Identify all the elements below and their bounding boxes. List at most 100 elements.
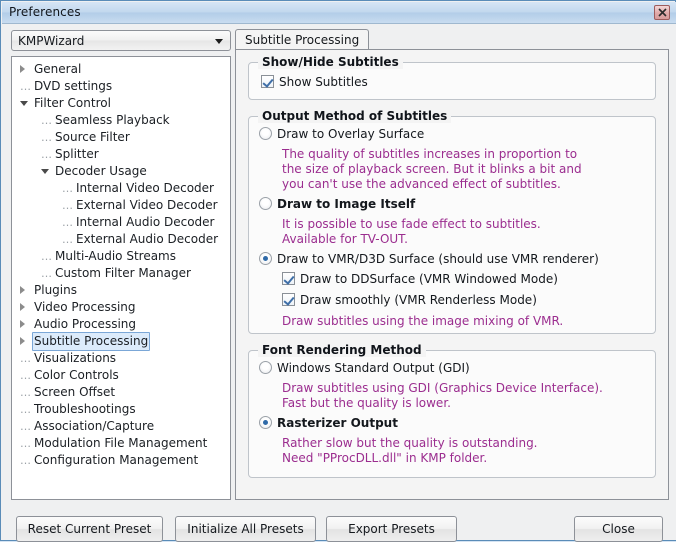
radio-dot-vmr[interactable]	[259, 252, 272, 265]
tree-line-icon: …	[41, 112, 52, 129]
tree-item-color-controls[interactable]: …Color Controls	[12, 367, 230, 384]
tree-item-label: Internal Video Decoder	[74, 180, 216, 197]
tree-item-dvd-settings[interactable]: …DVD settings	[12, 78, 230, 95]
group-show-hide-subtitles: Show/Hide Subtitles Show Subtitles	[248, 62, 656, 100]
tree-item-filter-control[interactable]: Filter Control	[12, 95, 230, 112]
radio-draw-to-vmr-d3d-surface[interactable]: Draw to VMR/D3D Surface (should use VMR …	[259, 252, 599, 266]
tree-collapse-icon[interactable]	[20, 320, 25, 328]
tree-item-audio-processing[interactable]: Audio Processing	[12, 316, 230, 333]
reset-current-preset-button[interactable]: Reset Current Preset	[16, 516, 163, 542]
tree-item-label: Modulation File Management	[32, 435, 209, 452]
tree-expand-icon[interactable]	[20, 101, 28, 106]
settings-tree[interactable]: General…DVD settingsFilter Control…Seaml…	[11, 56, 231, 500]
tree-item-configuration-management[interactable]: …Configuration Management	[12, 452, 230, 469]
tree-item-label: Configuration Management	[32, 452, 200, 469]
tree-item-label: Decoder Usage	[53, 163, 149, 180]
tree-collapse-icon[interactable]	[20, 337, 25, 345]
tree-item-label: Video Processing	[32, 299, 138, 316]
radio-draw-to-image-itself[interactable]: Draw to Image Itself	[259, 197, 415, 211]
tree-line-icon: …	[62, 197, 73, 214]
tree-item-source-filter[interactable]: …Source Filter	[12, 129, 230, 146]
tree-item-splitter[interactable]: …Splitter	[12, 146, 230, 163]
tree-item-custom-filter-manager[interactable]: …Custom Filter Manager	[12, 265, 230, 282]
radio-dot-gdi[interactable]	[259, 361, 272, 374]
tree-item-external-video-decoder[interactable]: …External Video Decoder	[12, 197, 230, 214]
tree-collapse-icon[interactable]	[20, 303, 25, 311]
radio-dot-image-itself[interactable]	[259, 197, 272, 210]
tree-line-icon: …	[20, 350, 31, 367]
tree-item-video-processing[interactable]: Video Processing	[12, 299, 230, 316]
tree-item-plugins[interactable]: Plugins	[12, 282, 230, 299]
tree-item-internal-audio-decoder[interactable]: …Internal Audio Decoder	[12, 214, 230, 231]
tree-collapse-icon[interactable]	[20, 286, 25, 294]
checkbox-box-show-subtitles[interactable]	[261, 75, 274, 88]
group-output-method: Output Method of Subtitles Draw to Overl…	[248, 116, 656, 334]
tree-item-subtitle-processing[interactable]: Subtitle Processing	[12, 333, 230, 350]
tree-item-label: Subtitle Processing	[32, 332, 150, 351]
tree-item-label: Seamless Playback	[53, 112, 172, 129]
tree-item-association-capture[interactable]: …Association/Capture	[12, 418, 230, 435]
tree-line-icon: …	[20, 418, 31, 435]
group-font-rendering-method: Font Rendering Method Windows Standard O…	[248, 350, 656, 478]
tree-item-external-audio-decoder[interactable]: …External Audio Decoder	[12, 231, 230, 248]
tree-item-seamless-playback[interactable]: …Seamless Playback	[12, 112, 230, 129]
tree-item-visualizations[interactable]: …Visualizations	[12, 350, 230, 367]
checkbox-label-draw-smoothly: Draw smoothly (VMR Renderless Mode)	[300, 293, 537, 307]
radio-rasterizer-output[interactable]: Rasterizer Output	[259, 416, 398, 430]
tree-line-icon: …	[20, 367, 31, 384]
preferences-window: Preferences KMPWizard General…DVD settin…	[0, 0, 676, 541]
tree-line-icon: …	[62, 231, 73, 248]
tab-subtitle-processing[interactable]: Subtitle Processing	[235, 29, 369, 50]
checkbox-box-draw-smoothly[interactable]	[282, 293, 295, 306]
checkbox-box-ddsurface[interactable]	[282, 272, 295, 285]
tree-line-icon: …	[41, 129, 52, 146]
tree-item-label: External Audio Decoder	[74, 231, 220, 248]
tree-item-label: Association/Capture	[32, 418, 156, 435]
tree-item-label: Internal Audio Decoder	[74, 214, 216, 231]
tree-item-modulation-file-management[interactable]: …Modulation File Management	[12, 435, 230, 452]
tree-line-icon: …	[20, 384, 31, 401]
tree-line-icon: …	[20, 435, 31, 452]
radio-dot-overlay[interactable]	[259, 127, 272, 140]
tree-item-label: Splitter	[53, 146, 101, 163]
tree-item-label: Filter Control	[32, 95, 113, 112]
tree-collapse-icon[interactable]	[20, 65, 25, 73]
hint-gdi: Draw subtitles using GDI (Graphics Devic…	[282, 381, 603, 411]
preset-combo[interactable]: KMPWizard	[11, 30, 231, 51]
tree-line-icon: …	[41, 146, 52, 163]
tree-line-icon: …	[20, 78, 31, 95]
radio-label-vmr: Draw to VMR/D3D Surface (should use VMR …	[277, 252, 599, 266]
radio-dot-rasterizer[interactable]	[259, 416, 272, 429]
group-title-output-method: Output Method of Subtitles	[258, 109, 451, 123]
close-icon[interactable]	[654, 5, 670, 20]
tree-item-troubleshootings[interactable]: …Troubleshootings	[12, 401, 230, 418]
checkbox-draw-smoothly[interactable]: Draw smoothly (VMR Renderless Mode)	[282, 293, 537, 307]
checkbox-label-ddsurface: Draw to DDSurface (VMR Windowed Mode)	[300, 272, 558, 286]
radio-draw-to-overlay-surface[interactable]: Draw to Overlay Surface	[259, 127, 424, 141]
tree-line-icon: …	[41, 265, 52, 282]
preset-combo-value: KMPWizard	[18, 34, 84, 48]
close-button[interactable]: Close	[574, 516, 663, 542]
dialog-body: KMPWizard General…DVD settingsFilter Con…	[2, 24, 676, 540]
hint-rasterizer: Rather slow but the quality is outstandi…	[282, 436, 538, 466]
tree-item-label: Color Controls	[32, 367, 121, 384]
hint-overlay: The quality of subtitles increases in pr…	[282, 147, 582, 192]
tree-item-label: Audio Processing	[32, 316, 138, 333]
hint-image-itself: It is possible to use fade effect to sub…	[282, 217, 541, 247]
export-presets-button[interactable]: Export Presets	[326, 516, 457, 542]
tree-item-screen-offset[interactable]: …Screen Offset	[12, 384, 230, 401]
tree-item-decoder-usage[interactable]: Decoder Usage	[12, 163, 230, 180]
tree-item-internal-video-decoder[interactable]: …Internal Video Decoder	[12, 180, 230, 197]
title-bar: Preferences	[2, 2, 676, 24]
checkbox-draw-to-ddsurface[interactable]: Draw to DDSurface (VMR Windowed Mode)	[282, 272, 558, 286]
tree-line-icon: …	[62, 180, 73, 197]
tree-line-icon: …	[20, 452, 31, 469]
tree-line-icon: …	[62, 214, 73, 231]
radio-windows-standard-output-gdi[interactable]: Windows Standard Output (GDI)	[259, 361, 470, 375]
radio-label-overlay: Draw to Overlay Surface	[277, 127, 424, 141]
tree-item-multi-audio-streams[interactable]: …Multi-Audio Streams	[12, 248, 230, 265]
tree-item-general[interactable]: General	[12, 61, 230, 78]
tree-expand-icon[interactable]	[41, 169, 49, 174]
initialize-all-presets-button[interactable]: Initialize All Presets	[175, 516, 316, 542]
checkbox-show-subtitles[interactable]: Show Subtitles	[261, 75, 368, 89]
